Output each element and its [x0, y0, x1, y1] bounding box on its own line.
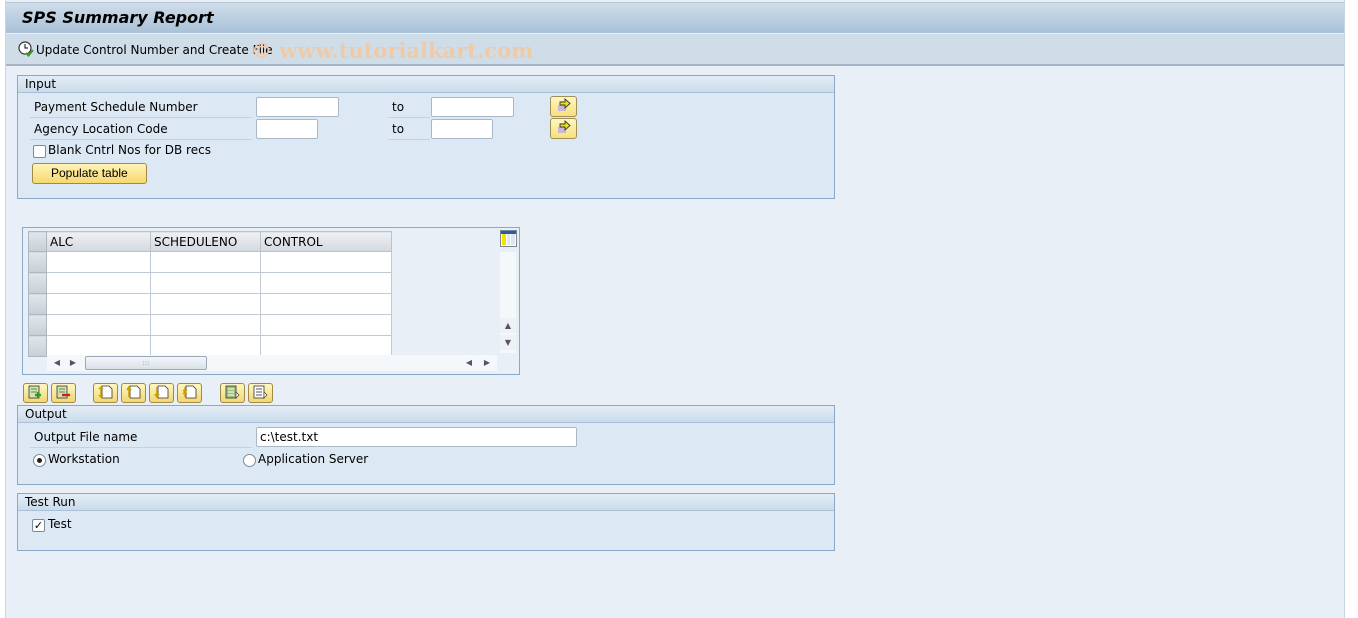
sap-window: SPS Summary Report Update Control Number…: [5, 0, 1345, 618]
row-selector[interactable]: [28, 293, 47, 315]
workstation-label: Workstation: [48, 452, 120, 466]
page-title: SPS Summary Report: [22, 8, 214, 27]
application-server-label: Application Server: [258, 452, 369, 466]
scroll-down-icon[interactable]: ▼: [500, 335, 516, 350]
row-selector[interactable]: [28, 272, 47, 294]
last-page-icon: [182, 385, 197, 402]
table-settings-icon: [501, 231, 516, 249]
test-label: Test: [48, 517, 72, 531]
horizontal-scrollbar[interactable]: ◀ ▶ ::: ◀ ▶: [47, 355, 497, 371]
execute-clock-check-icon: [18, 40, 34, 60]
agency-location-to-label: to: [388, 119, 430, 140]
test-run-group-title: Test Run: [18, 494, 834, 511]
title-bar: SPS Summary Report: [6, 2, 1344, 33]
next-page-icon: [154, 385, 169, 402]
deselect-all-icon: [253, 385, 268, 402]
horizontal-scroll-thumb[interactable]: :::: [85, 356, 207, 370]
column-header-scheduleno[interactable]: SCHEDULENO: [150, 231, 261, 252]
agency-location-label: Agency Location Code: [30, 119, 252, 140]
first-page-icon: [98, 385, 113, 402]
append-row-button[interactable]: [23, 383, 48, 403]
delete-row-icon: [56, 385, 71, 402]
scroll-next-button[interactable]: [149, 383, 174, 403]
blank-cntrl-nos-checkbox[interactable]: [33, 145, 46, 158]
update-control-number-button[interactable]: Update Control Number and Create File: [18, 40, 273, 60]
scroll-left-icon[interactable]: ◀: [49, 355, 65, 370]
agency-location-from-input[interactable]: [256, 119, 318, 139]
alc-cell[interactable]: [46, 293, 151, 315]
watermark: © www.tutorialkart.com: [251, 38, 534, 63]
select-all-icon: [225, 385, 240, 402]
application-toolbar: Update Control Number and Create File © …: [6, 33, 1344, 66]
control-cell[interactable]: [260, 314, 392, 336]
payment-schedule-to-input[interactable]: [431, 97, 514, 117]
table-row: [28, 335, 392, 357]
agency-location-to-input[interactable]: [431, 119, 493, 139]
input-group-title: Input: [18, 76, 834, 93]
scheduleno-cell[interactable]: [150, 335, 261, 357]
scheduleno-cell[interactable]: [150, 293, 261, 315]
payment-schedule-multiple-selection-button[interactable]: [550, 96, 577, 117]
input-group: Input Payment Schedule Number to Agency …: [17, 75, 835, 199]
table-row: [28, 272, 392, 294]
scroll-right-icon[interactable]: ▶: [65, 355, 81, 370]
scroll-right-end-icon[interactable]: ▶: [479, 355, 495, 370]
application-server-radio[interactable]: [243, 454, 256, 467]
agency-location-multiple-selection-button[interactable]: [550, 118, 577, 139]
payment-schedule-from-input[interactable]: [256, 97, 339, 117]
test-run-group: Test Run ✓ Test: [17, 493, 835, 551]
delete-row-button[interactable]: [51, 383, 76, 403]
output-file-name-input[interactable]: [256, 427, 577, 447]
scroll-first-button[interactable]: [93, 383, 118, 403]
grid-header-row: ALC SCHEDULENO CONTROL: [28, 231, 392, 252]
table-row: [28, 251, 392, 273]
alc-cell[interactable]: [46, 335, 151, 357]
control-cell[interactable]: [260, 335, 392, 357]
control-cell[interactable]: [260, 293, 392, 315]
deselect-all-button[interactable]: [248, 383, 273, 403]
column-configuration-button[interactable]: [500, 230, 517, 247]
column-header-alc[interactable]: ALC: [46, 231, 151, 252]
control-cell[interactable]: [260, 251, 392, 273]
data-grid: ALC SCHEDULENO CONTROL ▲ ▼ ◀ ▶::: ◀ ▶: [22, 227, 520, 375]
table-row: [28, 314, 392, 336]
scroll-left-end-icon[interactable]: ◀: [461, 355, 477, 370]
output-file-name-label: Output File name: [30, 427, 252, 448]
alc-cell[interactable]: [46, 251, 151, 273]
output-group: Output Output File name Workstation Appl…: [17, 405, 835, 485]
scroll-prev-button[interactable]: [121, 383, 146, 403]
output-group-title: Output: [18, 406, 834, 423]
alc-cell[interactable]: [46, 314, 151, 336]
previous-page-icon: [126, 385, 141, 402]
scheduleno-cell[interactable]: [150, 272, 261, 294]
multiple-selection-arrow-icon: [556, 97, 572, 115]
table-row: [28, 293, 392, 315]
scheduleno-cell[interactable]: [150, 314, 261, 336]
control-cell[interactable]: [260, 272, 392, 294]
update-control-number-label: Update Control Number and Create File: [36, 43, 273, 57]
select-all-cell[interactable]: [28, 231, 47, 252]
test-checkbox[interactable]: ✓: [32, 519, 45, 532]
multiple-selection-arrow-icon: [556, 119, 572, 137]
column-header-control[interactable]: CONTROL: [260, 231, 392, 252]
alc-cell[interactable]: [46, 272, 151, 294]
scroll-last-button[interactable]: [177, 383, 202, 403]
grid-table: ALC SCHEDULENO CONTROL: [28, 231, 392, 357]
row-selector[interactable]: [28, 314, 47, 336]
scroll-up-icon[interactable]: ▲: [500, 318, 516, 333]
payment-schedule-to-label: to: [388, 97, 430, 118]
populate-table-button[interactable]: Populate table: [32, 163, 147, 184]
append-row-icon: [28, 385, 43, 402]
workstation-radio[interactable]: [33, 454, 46, 467]
blank-cntrl-nos-label: Blank Cntrl Nos for DB recs: [48, 143, 211, 157]
select-all-button[interactable]: [220, 383, 245, 403]
row-selector[interactable]: [28, 335, 47, 357]
scheduleno-cell[interactable]: [150, 251, 261, 273]
row-selector[interactable]: [28, 251, 47, 273]
payment-schedule-label: Payment Schedule Number: [30, 97, 252, 118]
